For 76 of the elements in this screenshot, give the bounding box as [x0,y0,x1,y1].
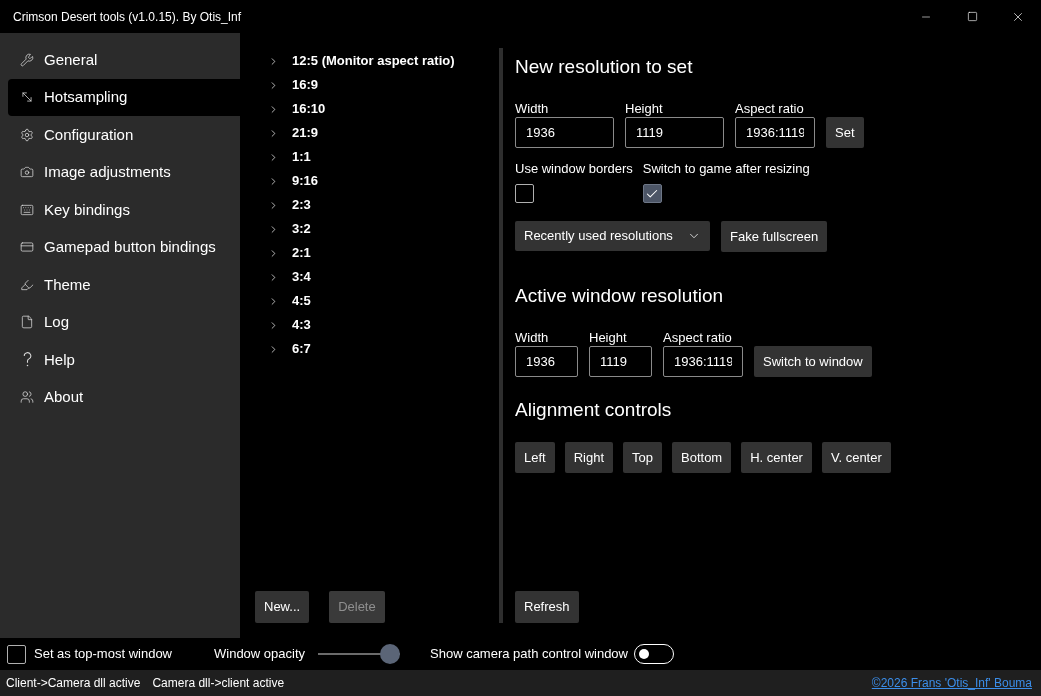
wrench-icon [20,52,34,67]
people-icon [20,390,34,405]
input-field[interactable]: 1119 [625,117,724,148]
window-title: Crimson Desert tools (v1.0.15). By Otis_Inf [12,8,242,26]
switch-to-window-button[interactable]: Switch to window [754,346,872,377]
input-field[interactable]: 1119 [589,346,652,377]
input-field[interactable]: 1936 [515,117,614,148]
tree-item[interactable]: 21:9 [240,121,499,145]
sidebar-item[interactable]: About [8,378,240,416]
status-text: Camera dll->client active [152,675,285,692]
keyboard-icon [20,202,34,217]
section-heading: New resolution to set [515,55,694,79]
field-label: Width [515,330,550,346]
field-label: Aspect ratio [735,101,805,117]
tree-item[interactable]: 16:10 [240,97,499,121]
checkbox-label: Set as top-most window [34,645,172,664]
question-mark-icon [22,352,32,368]
alignment-button[interactable]: Right [564,442,614,473]
sidebar-item[interactable]: Log [8,303,240,341]
tree-item[interactable]: 9:16 [240,169,499,193]
card-icon [20,240,34,255]
checkbox[interactable] [7,644,26,664]
slider-thumb[interactable] [380,644,400,664]
set-button[interactable]: Set [826,117,864,148]
sidebar-item[interactable]: Image adjustments [8,153,240,191]
toggle-label: Show camera path control window [430,645,628,664]
tree-item[interactable]: 3:4 [240,265,499,289]
field-label: Width [515,101,550,117]
sidebar-item[interactable]: Hotsampling [8,78,240,116]
slider-label: Window opacity [214,645,307,664]
tree-item[interactable]: 16:9 [240,73,499,97]
maximize-icon [966,11,978,22]
settings-icon [20,127,34,142]
tree-item[interactable]: 6:7 [240,337,499,361]
highlighter-icon [20,277,34,292]
field-label: Aspect ratio [663,330,733,346]
document-icon [20,315,34,330]
sidebar-item[interactable]: Key bindings [8,191,240,229]
opacity-slider[interactable] [318,644,400,664]
alignment-button[interactable]: H. center [741,442,812,473]
field-label: Height [625,101,664,117]
sidebar-item[interactable]: Help [8,341,240,379]
tree-item[interactable]: 2:3 [240,193,499,217]
camera-icon [20,165,34,180]
copyright-link[interactable]: ©2026 Frans 'Otis_Inf' Bouma [871,674,1035,692]
checkbox[interactable] [515,184,534,203]
sidebar-item[interactable]: Theme [8,266,240,304]
input-field[interactable]: 1936 [515,346,578,377]
status-text: Client->Camera dll active [6,675,141,692]
fake-fullscreen-button[interactable]: Fake fullscreen [721,221,828,252]
checkbox[interactable] [642,184,662,203]
checkbox-label: Use window borders [515,161,633,177]
input-field[interactable]: 1936:1119 [663,346,743,377]
alignment-button[interactable]: Bottom [672,442,732,473]
new-button[interactable]: New... [255,591,310,623]
tree-item[interactable]: 1:1 [240,145,499,169]
checkbox-label: Switch to game after resizing [642,161,810,177]
tree-item[interactable]: 4:3 [240,313,499,337]
sidebar-item[interactable]: Gamepad button bindings [8,228,240,266]
tree-item[interactable]: 12:5 (Monitor aspect ratio) [240,49,499,73]
refresh-button[interactable]: Refresh [515,591,579,623]
sidebar-item[interactable]: General [8,41,240,79]
section-heading: Active window resolution [515,284,725,308]
alignment-button[interactable]: V. center [821,442,891,473]
tree-item[interactable]: 4:5 [240,289,499,313]
sidebar-item[interactable]: Configuration [8,116,240,154]
input-field[interactable]: 1936:1119 [735,117,815,148]
section-heading: Alignment controls [515,398,673,422]
resize-arrows-icon [20,90,34,105]
alignment-button[interactable]: Top [623,442,662,473]
toggle-switch[interactable] [634,644,674,664]
alignment-button[interactable]: Left [515,442,555,473]
tree-item[interactable]: 2:1 [240,241,499,265]
dropdown[interactable]: Recently used resolutions [515,221,710,251]
field-label: Height [589,330,628,346]
tree-item[interactable]: 3:2 [240,217,499,241]
